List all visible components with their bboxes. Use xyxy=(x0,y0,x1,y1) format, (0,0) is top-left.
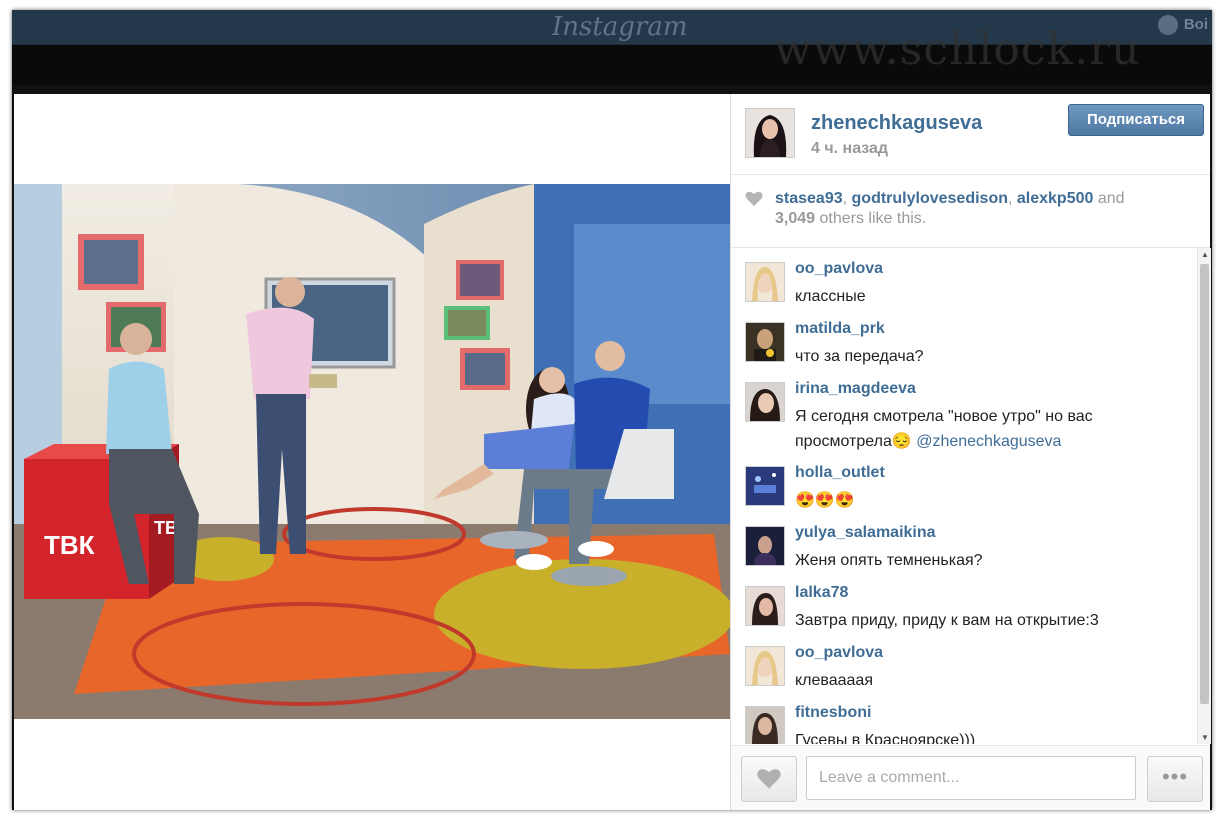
photo-pane: ТВК ТВК xyxy=(14,94,731,810)
scroll-up-icon[interactable]: ▲ xyxy=(1201,250,1209,259)
studio-logo-front: ТВК xyxy=(44,530,95,560)
photo-modal: ТВК ТВК zhenechkaguseva 4 ч. назад Подпи… xyxy=(14,94,1211,810)
tv-studio-photo: ТВК ТВК xyxy=(14,184,730,719)
list-item: fitnesboni Гусевы в Красноярске))) xyxy=(731,692,1197,744)
scroll-down-icon[interactable]: ▼ xyxy=(1201,733,1209,742)
post-photo[interactable]: ТВК ТВК xyxy=(14,184,730,719)
like-button[interactable] xyxy=(741,756,797,802)
heart-icon xyxy=(756,768,782,795)
post-timestamp: 4 ч. назад xyxy=(811,140,889,157)
browser-window: Instagram Boi www.schlock.ru ТВК ТВК zhe… xyxy=(12,10,1212,810)
comment-text: что за передача? xyxy=(795,348,924,365)
header-user-menu[interactable]: Boi xyxy=(1157,15,1208,35)
likes-and: and xyxy=(1097,190,1125,207)
list-item: yulya_salamaikina Женя опять темненькая? xyxy=(731,512,1197,572)
comment-text: Я сегодня смотрела "новое утро" но вас п… xyxy=(795,404,1190,454)
avatar[interactable] xyxy=(745,382,785,422)
post-details-panel: zhenechkaguseva 4 ч. назад Подписаться s… xyxy=(731,94,1211,810)
comment-text: Женя опять темненькая? xyxy=(795,552,983,569)
owner-avatar-image xyxy=(746,109,794,157)
list-item: lalka78 Завтра приду, приду к вам на отк… xyxy=(731,572,1197,632)
follow-button[interactable]: Подписаться xyxy=(1068,104,1204,136)
comment-text: классные xyxy=(795,288,866,305)
heart-icon xyxy=(745,191,763,212)
comment-username[interactable]: yulya_salamaikina xyxy=(795,524,936,542)
avatar[interactable] xyxy=(745,322,785,362)
watermark: www.schlock.ru xyxy=(774,24,1141,75)
comment-username[interactable]: holla_outlet xyxy=(795,464,885,482)
owner-username[interactable]: zhenechkaguseva xyxy=(811,112,982,135)
likes-section: stasea93, godtrulylovesedison, alexkp500… xyxy=(731,175,1210,248)
list-item: irina_magdeeva Я сегодня смотрела "новое… xyxy=(731,368,1197,452)
comment-input[interactable] xyxy=(806,756,1136,800)
avatar[interactable] xyxy=(745,262,785,302)
comment-username[interactable]: oo_pavlova xyxy=(795,260,883,278)
avatar[interactable] xyxy=(745,466,785,506)
post-owner-header: zhenechkaguseva 4 ч. назад Подписаться xyxy=(731,94,1210,175)
avatar[interactable] xyxy=(745,526,785,566)
comment-mention[interactable]: @zhenechkaguseva xyxy=(916,433,1061,450)
comment-username[interactable]: matilda_prk xyxy=(795,320,885,338)
likes-text: stasea93, godtrulylovesedison, alexkp500… xyxy=(775,190,1125,227)
comment-username[interactable]: lalka78 xyxy=(795,584,848,602)
comment-username[interactable]: fitnesboni xyxy=(795,704,871,722)
liker-link[interactable]: godtrulylovesedison xyxy=(852,190,1008,207)
comment-username[interactable]: oo_pavlova xyxy=(795,644,883,662)
owner-avatar[interactable] xyxy=(745,108,795,158)
comments-scrollbar[interactable]: ▲ ▼ xyxy=(1197,248,1211,744)
liker-link[interactable]: alexkp500 xyxy=(1017,190,1094,207)
comment-username[interactable]: irina_magdeeva xyxy=(795,380,916,398)
list-item: oo_pavlova клеваааая xyxy=(731,632,1197,692)
comment-text: Завтра приду, приду к вам на открытие:3 xyxy=(795,612,1099,629)
avatar[interactable] xyxy=(745,706,785,744)
comments-list[interactable]: oo_pavlova классные matilda_prk что за п… xyxy=(731,248,1197,744)
header-user-label: Boi xyxy=(1183,15,1208,33)
scrollbar-thumb[interactable] xyxy=(1200,264,1209,704)
avatar[interactable] xyxy=(745,646,785,686)
more-options-button[interactable]: ••• xyxy=(1147,756,1203,802)
list-item: matilda_prk что за передача? xyxy=(731,308,1197,368)
liker-link[interactable]: stasea93 xyxy=(775,190,843,207)
comment-text: 😍😍😍 xyxy=(795,492,855,509)
avatar[interactable] xyxy=(745,586,785,626)
likes-count[interactable]: 3,049 xyxy=(775,210,815,227)
list-item: oo_pavlova классные xyxy=(731,248,1197,308)
likes-suffix: others like this. xyxy=(819,210,927,227)
list-item: holla_outlet 😍😍😍 xyxy=(731,452,1197,512)
comment-text: Гусевы в Красноярске))) xyxy=(795,732,976,744)
instagram-logo[interactable]: Instagram xyxy=(552,12,688,42)
comment-text: клеваааая xyxy=(795,672,873,689)
user-icon xyxy=(1157,15,1178,35)
comment-footer: ••• xyxy=(731,745,1210,810)
